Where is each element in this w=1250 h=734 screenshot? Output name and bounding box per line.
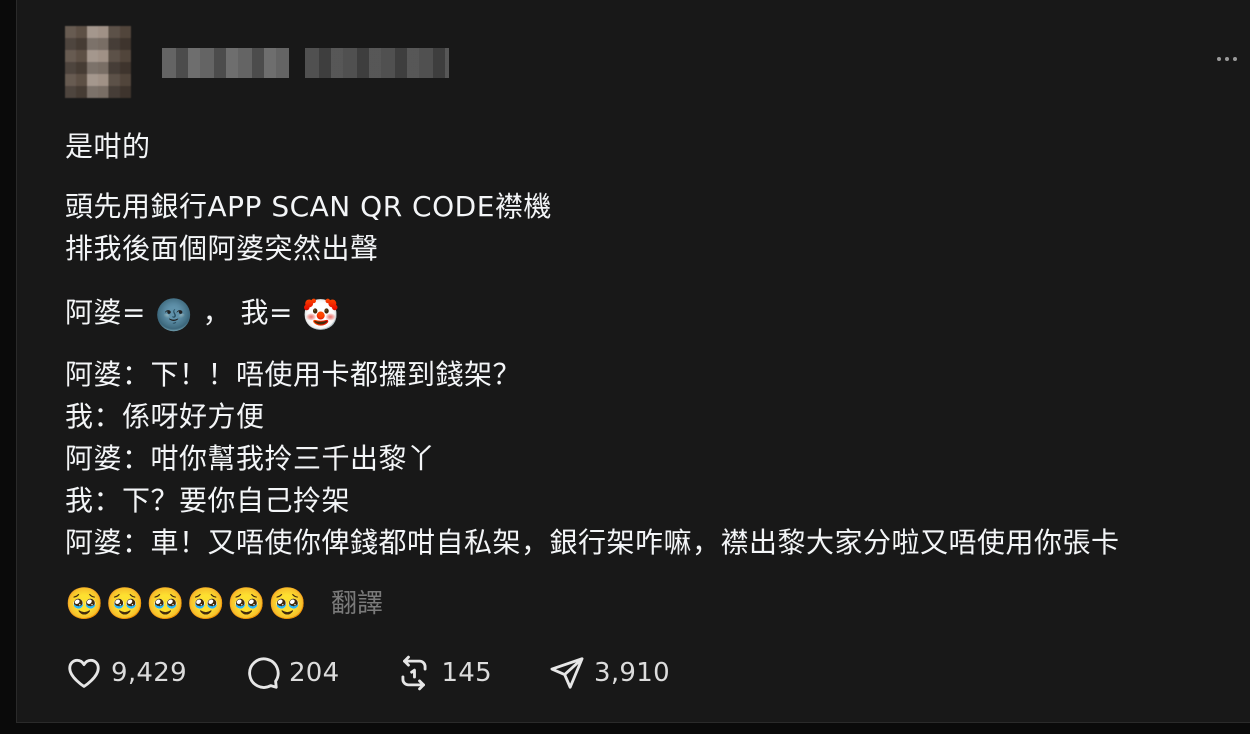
comment-button[interactable]: 204 xyxy=(243,654,340,692)
comment-count: 204 xyxy=(288,658,340,688)
post-dialogue-line: 阿婆：咁你幫我拎三千出黎丫 xyxy=(65,442,436,475)
repost-button[interactable]: 145 xyxy=(395,654,492,692)
post-card: 是咁的 頭先用銀行APP SCAN QR CODE襟機 排我後面個阿婆突然出聲 … xyxy=(16,0,1250,723)
post-dialogue-line: 我：係呀好方便 xyxy=(65,400,265,433)
heart-icon xyxy=(68,658,100,688)
emoji-row: 🥹🥹🥹🥹🥹🥹 xyxy=(65,586,309,622)
send-icon xyxy=(550,657,584,689)
like-button[interactable]: 9,429 xyxy=(65,654,187,692)
author-name-redacted[interactable] xyxy=(162,48,289,78)
share-count: 3,910 xyxy=(594,658,670,688)
post-text-fragment: 阿婆= xyxy=(65,296,156,329)
post-dialogue-line: 阿婆：下！！唔使用卡都攞到錢架？ xyxy=(65,358,522,391)
clown-emoji: 🤡 xyxy=(302,298,341,333)
comment-bubble-icon xyxy=(248,657,280,689)
post-meta-redacted xyxy=(305,48,449,78)
post-text-fragment: ， 我= xyxy=(193,296,303,329)
post-dialogue-line: 我：下？要你自己拎架 xyxy=(65,484,351,517)
post-text-line: 是咁的 xyxy=(65,130,151,163)
post-dialogue-line: 阿婆：車！又唔使你俾錢都咁自私架，銀行架咋嘛，襟出黎大家分啦又唔使用你張卡 xyxy=(65,526,1120,559)
share-button[interactable]: 3,910 xyxy=(548,654,670,692)
more-options-icon[interactable] xyxy=(1213,52,1241,66)
post-actions: 9,429 204 145 3,910 xyxy=(65,650,726,696)
translate-link[interactable]: 翻譯 xyxy=(331,584,383,624)
moon-face-emoji: 🌚 xyxy=(155,298,194,333)
post-text-line: 阿婆= 🌚 ， 我= 🤡 xyxy=(65,292,340,337)
repost-icon xyxy=(401,655,427,691)
post-text-line: 頭先用銀行APP SCAN QR CODE襟機 xyxy=(65,190,552,223)
post-text-line: 排我後面個阿婆突然出聲 xyxy=(65,232,379,265)
avatar[interactable] xyxy=(65,26,131,98)
repost-count: 145 xyxy=(441,658,492,688)
like-count: 9,429 xyxy=(111,658,187,688)
